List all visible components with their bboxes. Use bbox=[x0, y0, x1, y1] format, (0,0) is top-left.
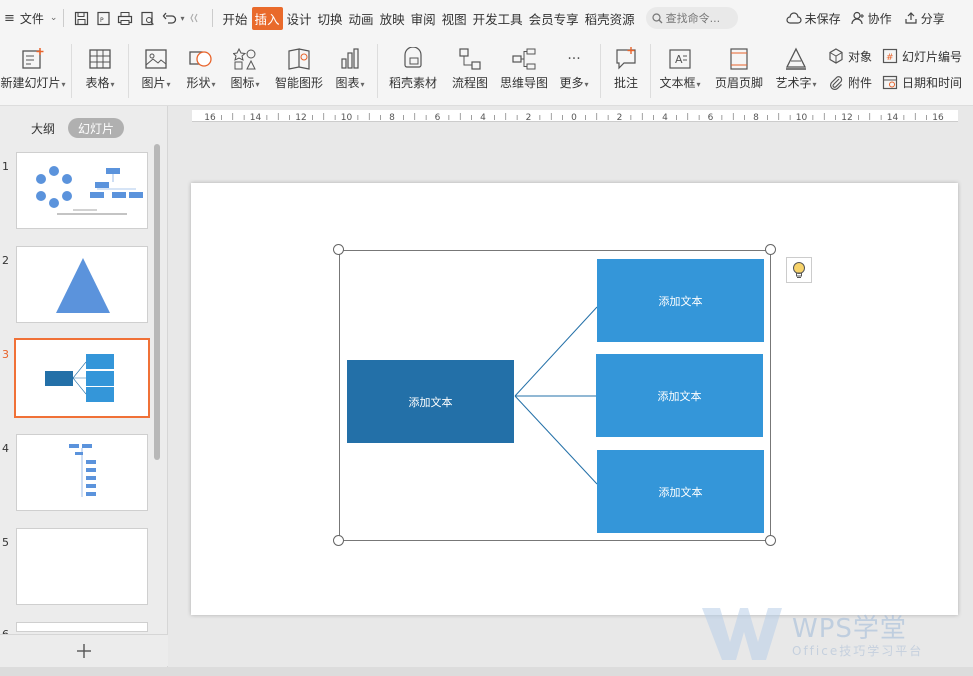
resize-handle-top-left[interactable] bbox=[333, 244, 344, 255]
smart-suggestion-button[interactable] bbox=[786, 257, 812, 283]
resize-handle-bottom-left[interactable] bbox=[333, 535, 344, 546]
selection-frame bbox=[339, 250, 771, 541]
resize-handle-top-right[interactable] bbox=[765, 244, 776, 255]
wps-logo-icon bbox=[702, 608, 782, 660]
wps-watermark: WPS学堂 Office技巧学习平台 bbox=[698, 600, 958, 666]
watermark-subtitle: Office技巧学习平台 bbox=[792, 644, 924, 658]
wps-presentation-window: ≡ 文件 ⌄ P ▾ 开始 插入 设计 切换 动画 放映 审阅 视图 开发工具 bbox=[0, 0, 973, 676]
lightbulb-icon bbox=[793, 262, 805, 278]
resize-handle-bottom-right[interactable] bbox=[765, 535, 776, 546]
status-bar bbox=[0, 667, 973, 676]
watermark-title: WPS学堂 bbox=[792, 614, 907, 644]
